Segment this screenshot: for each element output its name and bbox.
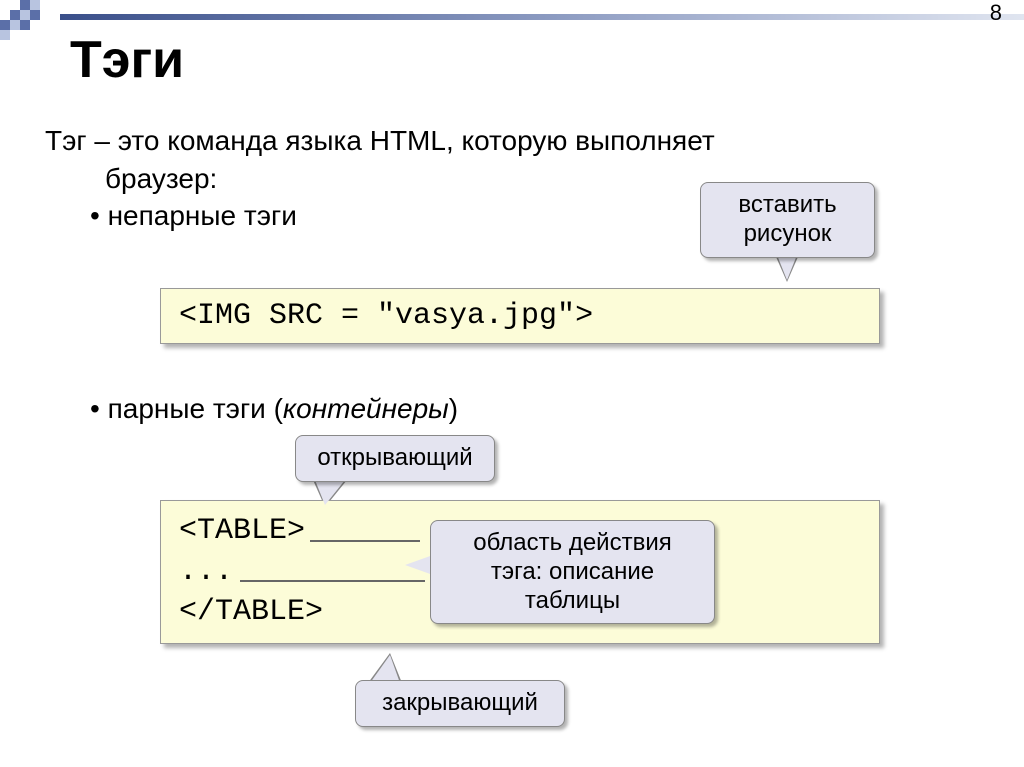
bullet-paired: • парные тэги (контейнеры) <box>90 393 458 425</box>
connector-line <box>310 540 420 542</box>
decoration-squares <box>0 0 60 40</box>
bullet-paired-italic: контейнеры <box>283 393 449 424</box>
callout-opening-tag: открывающий <box>295 435 495 482</box>
code-example-unpaired: <IMG SRC = "vasya.jpg"> <box>160 288 880 344</box>
decoration-gradient-bar <box>60 14 1024 20</box>
bullet-paired-text: парные тэги ( <box>108 393 283 424</box>
callout-tail <box>370 655 400 683</box>
intro-text-line1: Тэг – это команда языка HTML, которую вы… <box>45 122 984 160</box>
bullet-paired-close: ) <box>449 393 458 424</box>
callout-closing-tag: закрывающий <box>355 680 565 727</box>
callout-tag-scope: область действия тэга: описание таблицы <box>430 520 715 624</box>
connector-line <box>240 580 425 582</box>
callout-insert-image: вставить рисунок <box>700 182 875 258</box>
slide-decoration <box>0 0 1024 20</box>
page-number: 8 <box>990 0 1002 26</box>
callout-tail <box>315 480 345 505</box>
callout-tail <box>405 555 433 575</box>
slide-title: Тэги <box>70 30 184 90</box>
